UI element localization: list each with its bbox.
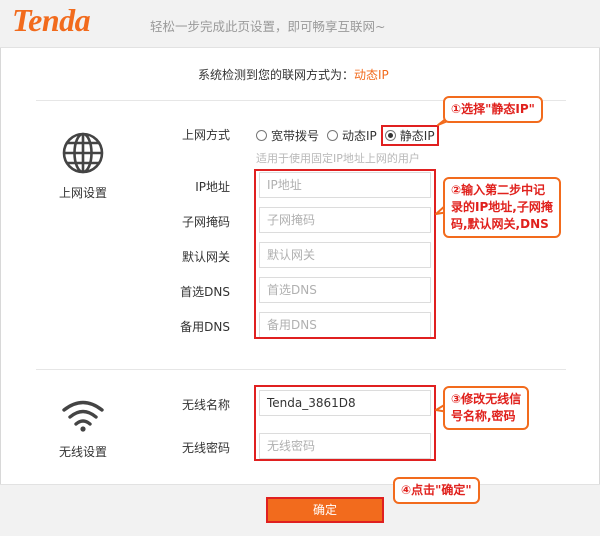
- callout-2-line-3: 码,默认网关,DNS: [451, 217, 549, 231]
- confirm-button[interactable]: 确定: [266, 497, 384, 523]
- callout-select-static-ip: ①选择"静态IP": [443, 96, 543, 123]
- callout-2-line-2: 录的IP地址,子网掩: [451, 200, 553, 214]
- callout-arrows: [385, 113, 461, 509]
- callout-enter-ip-info: ②输入第二步中记 录的IP地址,子网掩 码,默认网关,DNS: [443, 177, 561, 238]
- callout-3-line-2: 号名称,密码: [451, 409, 516, 423]
- callout-edit-wifi: ③修改无线信 号名称,密码: [443, 386, 530, 430]
- callout-3-line-1: ③修改无线信: [451, 392, 522, 406]
- callout-click-confirm: ④点击"确定": [393, 477, 480, 504]
- callout-2-line-1: ②输入第二步中记: [451, 183, 546, 197]
